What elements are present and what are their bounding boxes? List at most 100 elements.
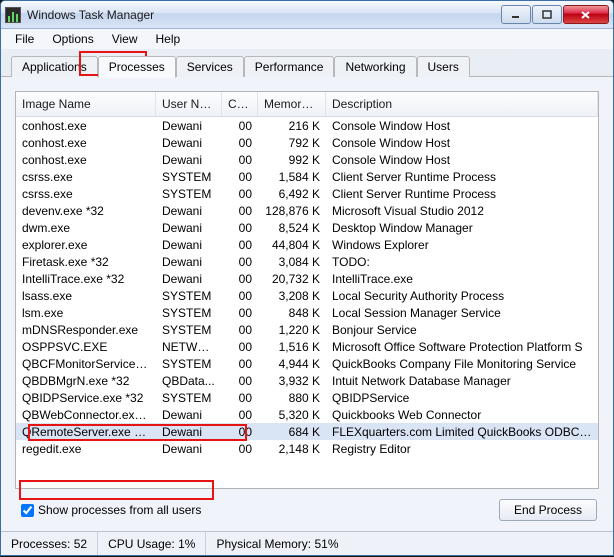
col-description[interactable]: Description: [326, 92, 598, 116]
table-row[interactable]: QBDBMgrN.exe *32QBData...003,932 KIntuit…: [16, 372, 598, 389]
cell-mem: 4,944 K: [258, 356, 326, 372]
cell-desc: QuickBooks Company File Monitoring Servi…: [326, 356, 598, 372]
cell-desc: Windows Explorer: [326, 237, 598, 253]
cell-mem: 2,148 K: [258, 441, 326, 457]
cell-user: Dewani: [156, 407, 222, 423]
cell-mem: 1,220 K: [258, 322, 326, 338]
table-row[interactable]: explorer.exeDewani0044,804 KWindows Expl…: [16, 236, 598, 253]
table-row[interactable]: lsm.exeSYSTEM00848 KLocal Session Manage…: [16, 304, 598, 321]
tab-services[interactable]: Services: [176, 56, 244, 77]
cell-user: Dewani: [156, 254, 222, 270]
table-row[interactable]: conhost.exeDewani00792 KConsole Window H…: [16, 134, 598, 151]
col-user-name[interactable]: User Name: [156, 92, 222, 116]
list-body[interactable]: conhost.exeDewani00216 KConsole Window H…: [16, 117, 598, 488]
cell-cpu: 00: [222, 305, 258, 321]
menubar: File Options View Help: [1, 29, 613, 49]
col-image-name[interactable]: Image Name: [16, 92, 156, 116]
cell-mem: 216 K: [258, 118, 326, 134]
cell-mem: 992 K: [258, 152, 326, 168]
status-memory: Physical Memory: 51%: [206, 532, 613, 555]
table-row[interactable]: IntelliTrace.exe *32Dewani0020,732 KInte…: [16, 270, 598, 287]
close-button[interactable]: [563, 5, 609, 24]
table-row[interactable]: conhost.exeDewani00992 KConsole Window H…: [16, 151, 598, 168]
menu-view[interactable]: View: [104, 30, 146, 48]
table-row[interactable]: dwm.exeDewani008,524 KDesktop Window Man…: [16, 219, 598, 236]
cell-user: SYSTEM: [156, 390, 222, 406]
menu-file[interactable]: File: [7, 30, 42, 48]
cell-mem: 20,732 K: [258, 271, 326, 287]
cell-user: Dewani: [156, 152, 222, 168]
cell-image: OSPPSVC.EXE: [16, 339, 156, 355]
cell-cpu: 00: [222, 271, 258, 287]
table-row[interactable]: QBWebConnector.exe...Dewani005,320 KQuic…: [16, 406, 598, 423]
tab-applications[interactable]: Applications: [11, 56, 98, 77]
table-row[interactable]: csrss.exeSYSTEM001,584 KClient Server Ru…: [16, 168, 598, 185]
cell-mem: 128,876 K: [258, 203, 326, 219]
menu-help[interactable]: Help: [148, 30, 189, 48]
tab-performance[interactable]: Performance: [244, 56, 335, 77]
cell-desc: Registry Editor: [326, 441, 598, 457]
table-row[interactable]: csrss.exeSYSTEM006,492 KClient Server Ru…: [16, 185, 598, 202]
cell-cpu: 00: [222, 356, 258, 372]
show-all-users-label: Show processes from all users: [38, 503, 201, 517]
cell-user: SYSTEM: [156, 356, 222, 372]
table-row[interactable]: QBIDPService.exe *32SYSTEM00880 KQBIDPSe…: [16, 389, 598, 406]
cell-image: QBIDPService.exe *32: [16, 390, 156, 406]
show-all-users-input[interactable]: [21, 504, 34, 517]
end-process-button[interactable]: End Process: [499, 499, 597, 521]
cell-image: lsm.exe: [16, 305, 156, 321]
cell-cpu: 00: [222, 441, 258, 457]
show-all-users-checkbox[interactable]: Show processes from all users: [17, 501, 205, 519]
table-row[interactable]: OSPPSVC.EXENETWO...001,516 KMicrosoft Of…: [16, 338, 598, 355]
table-row[interactable]: lsass.exeSYSTEM003,208 KLocal Security A…: [16, 287, 598, 304]
process-list[interactable]: Image Name User Name CPU Memory (... Des…: [15, 91, 599, 489]
cell-image: regedit.exe: [16, 441, 156, 457]
table-row[interactable]: QRemoteServer.exe *32Dewani00684 KFLEXqu…: [16, 423, 598, 440]
table-row[interactable]: devenv.exe *32Dewani00128,876 KMicrosoft…: [16, 202, 598, 219]
cell-user: Dewani: [156, 220, 222, 236]
menu-options[interactable]: Options: [44, 30, 101, 48]
cell-desc: Quickbooks Web Connector: [326, 407, 598, 423]
cell-mem: 3,084 K: [258, 254, 326, 270]
cell-cpu: 00: [222, 373, 258, 389]
cell-image: Firetask.exe *32: [16, 254, 156, 270]
cell-desc: TODO:: [326, 254, 598, 270]
titlebar[interactable]: Windows Task Manager: [1, 1, 613, 29]
task-manager-window: Windows Task Manager File Options View H…: [0, 0, 614, 556]
cell-mem: 684 K: [258, 424, 326, 440]
cell-cpu: 00: [222, 407, 258, 423]
cell-desc: Bonjour Service: [326, 322, 598, 338]
tab-processes[interactable]: Processes: [98, 56, 176, 78]
bottom-row: Show processes from all users End Proces…: [15, 489, 599, 523]
status-cpu: CPU Usage: 1%: [98, 532, 206, 555]
cell-cpu: 00: [222, 339, 258, 355]
minimize-button[interactable]: [501, 5, 531, 24]
window-title: Windows Task Manager: [27, 8, 154, 22]
cell-user: SYSTEM: [156, 322, 222, 338]
table-row[interactable]: QBCFMonitorService.e...SYSTEM004,944 KQu…: [16, 355, 598, 372]
cell-desc: Console Window Host: [326, 118, 598, 134]
tab-networking[interactable]: Networking: [334, 56, 416, 77]
cell-image: conhost.exe: [16, 118, 156, 134]
statusbar: Processes: 52 CPU Usage: 1% Physical Mem…: [1, 531, 613, 555]
cell-mem: 6,492 K: [258, 186, 326, 202]
table-row[interactable]: regedit.exeDewani002,148 KRegistry Edito…: [16, 440, 598, 457]
cell-desc: Intuit Network Database Manager: [326, 373, 598, 389]
content-area: Image Name User Name CPU Memory (... Des…: [1, 77, 613, 531]
cell-mem: 1,516 K: [258, 339, 326, 355]
cell-image: explorer.exe: [16, 237, 156, 253]
cell-desc: QBIDPService: [326, 390, 598, 406]
table-row[interactable]: conhost.exeDewani00216 KConsole Window H…: [16, 117, 598, 134]
cell-image: csrss.exe: [16, 186, 156, 202]
table-row[interactable]: mDNSResponder.exeSYSTEM001,220 KBonjour …: [16, 321, 598, 338]
cell-desc: Local Session Manager Service: [326, 305, 598, 321]
table-row[interactable]: Firetask.exe *32Dewani003,084 KTODO:: [16, 253, 598, 270]
maximize-button[interactable]: [532, 5, 562, 24]
cell-image: mDNSResponder.exe: [16, 322, 156, 338]
tab-users[interactable]: Users: [417, 56, 470, 77]
col-cpu[interactable]: CPU: [222, 92, 258, 116]
col-memory[interactable]: Memory (...: [258, 92, 326, 116]
tab-strip: Applications Processes Services Performa…: [1, 49, 613, 77]
cell-cpu: 00: [222, 118, 258, 134]
cell-desc: FLEXquarters.com Limited QuickBooks ODBC…: [326, 424, 598, 440]
